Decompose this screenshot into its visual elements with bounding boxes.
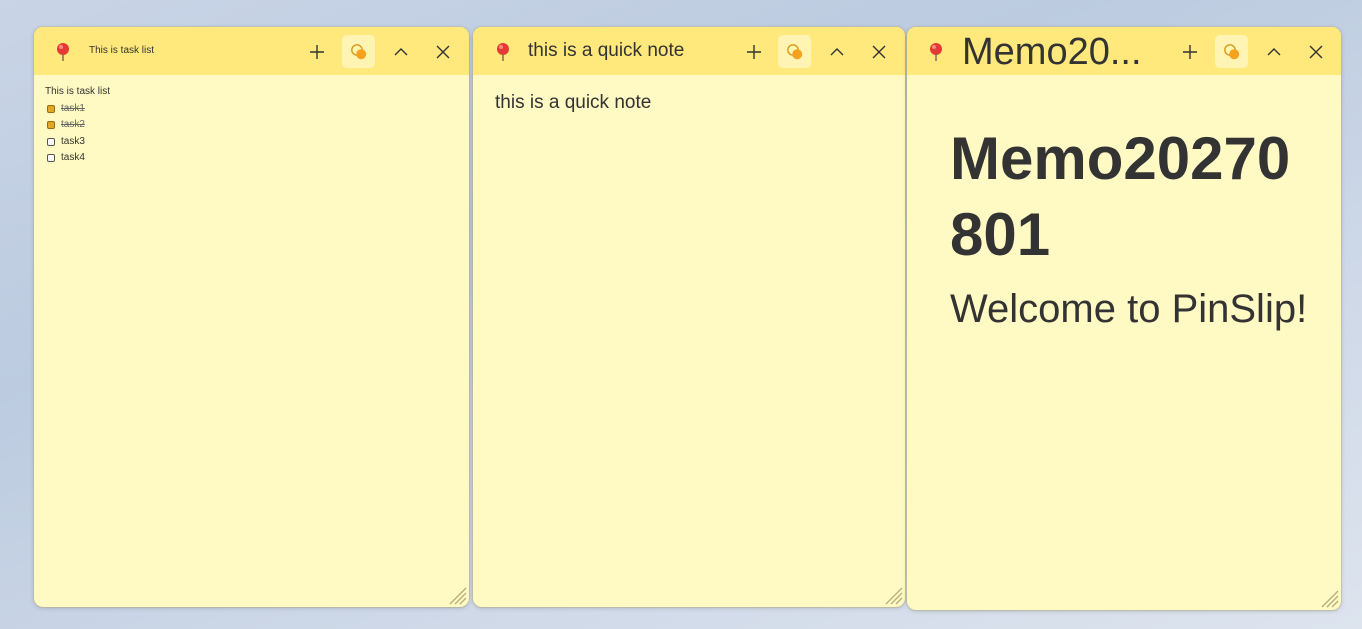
memo-heading: Memo20270801 [950, 125, 1291, 268]
color-palette-icon [1223, 43, 1239, 59]
plus-icon [309, 44, 324, 59]
color-button[interactable] [778, 35, 811, 68]
resize-grip-icon[interactable] [881, 583, 903, 605]
note-body[interactable]: this is a quick note [473, 75, 905, 607]
collapse-button[interactable] [820, 35, 853, 68]
pushpin-icon[interactable] [494, 42, 512, 62]
color-palette-icon [350, 43, 366, 59]
note-header[interactable]: Memo20... [907, 27, 1341, 75]
task-label: task3 [61, 135, 85, 147]
task-label: task2 [61, 119, 85, 130]
add-note-button[interactable] [1173, 35, 1206, 68]
chevron-up-icon [394, 47, 407, 55]
note-title[interactable]: this is a quick note [528, 40, 684, 62]
collapse-button[interactable] [1257, 35, 1290, 68]
task-checkbox[interactable] [47, 154, 55, 163]
task-list-heading: This is task list [45, 86, 111, 97]
add-note-button[interactable] [300, 35, 333, 68]
plus-icon [746, 44, 761, 59]
note-title[interactable]: This is task list [89, 45, 154, 56]
task-list: This is task list task1 task2 task3 task… [45, 84, 110, 167]
pushpin-icon[interactable] [54, 42, 72, 62]
plus-icon [1182, 44, 1197, 59]
task-checkbox[interactable] [47, 104, 55, 113]
close-icon [1309, 45, 1322, 58]
task-label: task4 [61, 152, 85, 163]
close-icon [872, 45, 885, 58]
resize-grip-icon[interactable] [445, 583, 467, 605]
task-item: task1 [45, 101, 110, 118]
memo-text: Welcome to PinSlip! [950, 287, 1308, 331]
task-item: task4 [45, 150, 110, 167]
sticky-note-task-list: This is task list This is task list task… [34, 27, 469, 607]
note-text: this is a quick note [495, 92, 652, 113]
note-body[interactable]: This is task list task1 task2 task3 task… [34, 75, 469, 607]
sticky-note-memo: Memo20... Memo20270801 Welcome to PinSli… [907, 27, 1341, 610]
close-button[interactable] [426, 35, 459, 68]
task-item: task2 [45, 117, 110, 134]
pushpin-icon[interactable] [927, 42, 945, 62]
task-checkbox[interactable] [47, 137, 55, 146]
task-label: task1 [61, 102, 85, 114]
resize-grip-icon[interactable] [1317, 586, 1339, 608]
color-button[interactable] [342, 35, 375, 68]
collapse-button[interactable] [384, 35, 417, 68]
chevron-up-icon [1267, 47, 1280, 55]
task-checkbox[interactable] [47, 121, 55, 130]
note-title[interactable]: Memo20... [962, 31, 1152, 74]
chevron-up-icon [830, 47, 843, 55]
close-button[interactable] [862, 35, 895, 68]
note-header[interactable]: this is a quick note [473, 27, 905, 75]
color-button[interactable] [1215, 35, 1248, 68]
task-item: task3 [45, 134, 110, 151]
color-palette-icon [786, 43, 802, 59]
note-body[interactable]: Memo20270801 Welcome to PinSlip! [907, 75, 1341, 610]
close-button[interactable] [1299, 35, 1332, 68]
sticky-note-quick-note: this is a quick note this is a quick not… [473, 27, 905, 607]
close-icon [436, 45, 449, 58]
note-header[interactable]: This is task list [34, 27, 469, 75]
add-note-button[interactable] [737, 35, 770, 68]
